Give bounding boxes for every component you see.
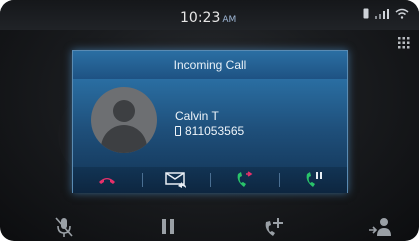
- caller-info: Calvin T 811053565: [73, 79, 347, 167]
- mute-mic-icon[interactable]: [54, 216, 74, 238]
- wifi-icon: [395, 8, 409, 19]
- caller-number: 811053565: [185, 124, 245, 138]
- clock: 10:23 AM: [180, 10, 236, 26]
- decline-call-button[interactable]: [73, 167, 142, 193]
- clock-time: 10:23: [180, 10, 221, 26]
- phone-icon: [363, 8, 369, 19]
- mobile-phone-icon: [175, 126, 181, 136]
- call-action-bar: [73, 167, 347, 193]
- avatar: [91, 87, 157, 153]
- status-icons: [363, 8, 409, 19]
- caller-number-row: 811053565: [175, 124, 244, 138]
- answer-end-active-button[interactable]: [210, 167, 279, 193]
- status-bar: 10:23 AM: [0, 0, 419, 30]
- transfer-to-phone-icon[interactable]: [368, 216, 392, 238]
- answer-hold-icon: [306, 172, 322, 187]
- add-call-icon[interactable]: [262, 216, 286, 238]
- incoming-call-dialog: Incoming Call Calvin T 811053565: [72, 50, 348, 193]
- caller-name: Calvin T: [175, 109, 219, 123]
- clock-ampm: AM: [222, 15, 237, 25]
- answer-swap-icon: [237, 171, 253, 187]
- pause-icon[interactable]: [161, 216, 175, 236]
- reply-message-button[interactable]: [141, 167, 211, 193]
- signal-bars-icon: [375, 8, 389, 19]
- call-controls-bar: [0, 212, 419, 241]
- answer-hold-button[interactable]: [278, 167, 348, 193]
- dialpad-icon[interactable]: [397, 36, 411, 50]
- message-reply-icon: [165, 172, 186, 188]
- hang-up-icon: [99, 178, 116, 184]
- dialog-title: Incoming Call: [73, 51, 347, 79]
- infotainment-screen: 10:23 AM Incoming Call Calvin T 81105356…: [0, 0, 419, 241]
